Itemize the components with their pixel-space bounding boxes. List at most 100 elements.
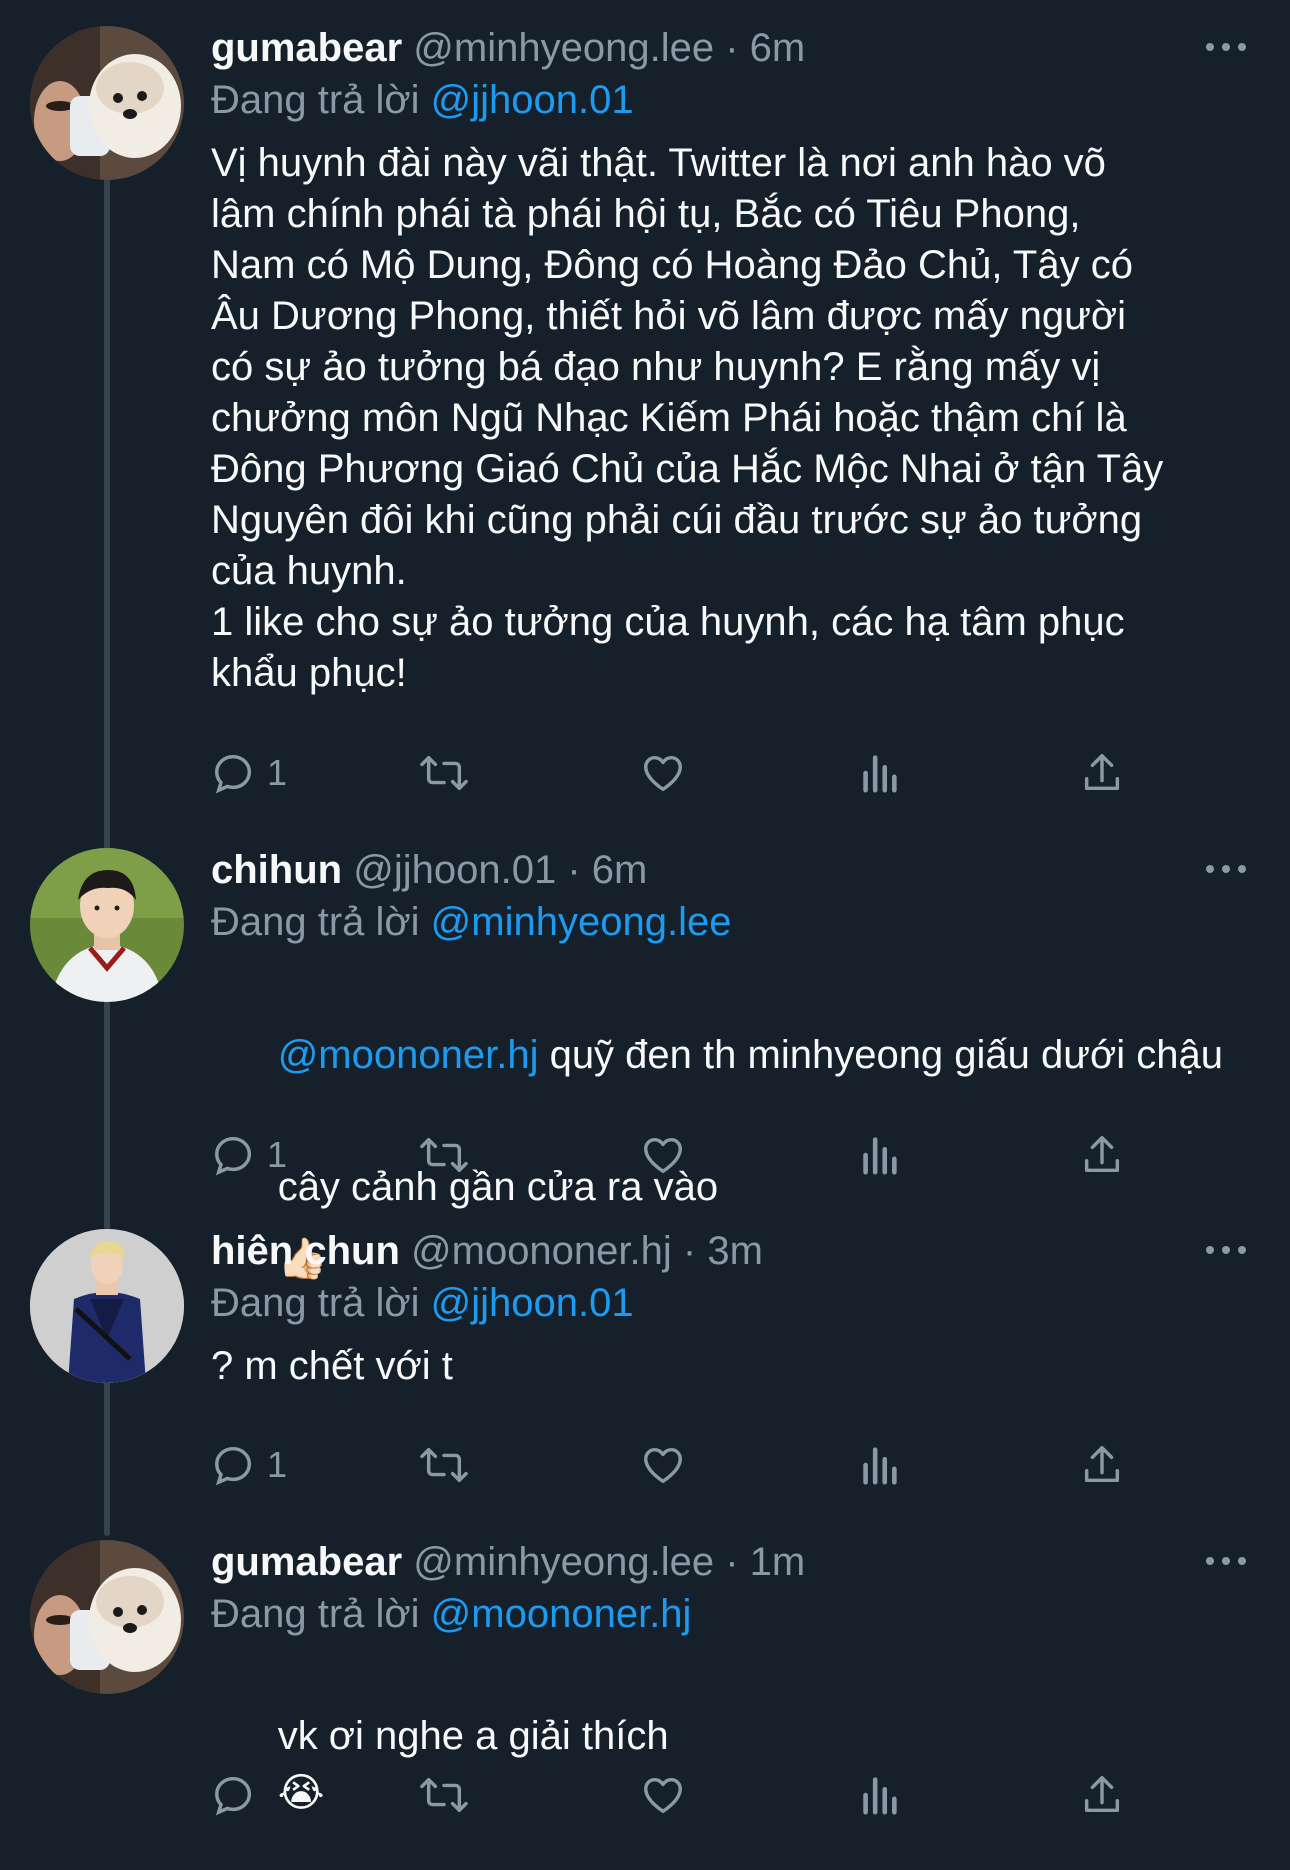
heart-icon <box>644 1447 682 1484</box>
user-handle[interactable]: @jjhoon.01 <box>353 848 556 892</box>
user-handle[interactable]: @minhyeong.lee <box>413 1540 714 1584</box>
heart-icon <box>644 755 682 792</box>
tweet-header: gumabear @minhyeong.lee · 1m <box>211 1536 1250 1588</box>
share-button[interactable] <box>1079 748 1125 798</box>
tweet-actions: 1 <box>211 748 1131 798</box>
avatar[interactable] <box>30 26 184 180</box>
like-button[interactable] <box>639 1440 687 1490</box>
thread-line <box>104 160 110 850</box>
more-options-icon[interactable] <box>1202 1546 1250 1576</box>
reply-button[interactable]: 1 <box>211 1130 287 1180</box>
more-options-icon[interactable] <box>1202 854 1250 884</box>
tweet-header: gumabear @minhyeong.lee · 6m <box>211 22 1250 74</box>
retweet-icon <box>420 1137 468 1173</box>
display-name[interactable]: hiên chun <box>211 1229 400 1273</box>
tweet-actions: 1 <box>211 1440 1131 1490</box>
retweet-button[interactable] <box>419 1770 469 1820</box>
views-button[interactable] <box>859 748 899 798</box>
retweet-button[interactable] <box>419 1440 469 1490</box>
user-handle[interactable]: @moononer.hj <box>411 1229 672 1273</box>
retweet-icon <box>420 1447 468 1483</box>
pomeranian-dog-avatar-icon <box>30 26 184 180</box>
replying-to-mention[interactable]: @jjhoon.01 <box>431 1281 634 1325</box>
reply-icon <box>215 754 252 794</box>
tweet-text: vk ơi nghe a giải thích 😭 <box>211 1660 1250 1870</box>
replying-to-mention[interactable]: @moononer.hj <box>431 1592 692 1636</box>
avatar[interactable] <box>30 1229 184 1383</box>
tweet-text-line: vk ơi nghe a giải thích <box>277 1714 669 1758</box>
reply-count: 1 <box>267 1444 288 1485</box>
views-button[interactable] <box>859 1130 899 1180</box>
replying-to: Đang trả lời @minhyeong.lee <box>211 896 1250 948</box>
separator-dot: · <box>725 26 739 70</box>
replying-to: Đang trả lời @jjhoon.01 <box>211 1277 1250 1329</box>
tweet-text: Vị huynh đài này vãi thật. Twitter là nơ… <box>211 141 1164 695</box>
views-button[interactable] <box>859 1440 899 1490</box>
like-button[interactable] <box>639 1130 687 1180</box>
replying-to-label: Đang trả lời <box>211 1281 420 1325</box>
reply-button[interactable]: 1 <box>211 748 287 798</box>
tweet-actions <box>211 1770 1131 1820</box>
timestamp[interactable]: 3m <box>707 1229 763 1273</box>
share-button[interactable] <box>1079 1440 1125 1490</box>
display-name[interactable]: gumabear <box>211 26 402 70</box>
separator-dot: · <box>682 1229 697 1273</box>
reply-icon <box>215 1776 252 1816</box>
tweet-text: ? m chết với t <box>211 1344 453 1388</box>
share-icon <box>1084 754 1120 791</box>
share-icon <box>1084 1776 1120 1813</box>
replying-to: Đang trả lời @moononer.hj <box>211 1588 1250 1640</box>
display-name[interactable]: gumabear <box>211 1540 402 1584</box>
analytics-icon <box>863 1137 897 1175</box>
share-button[interactable] <box>1079 1770 1125 1820</box>
replying-to-mention[interactable]: @minhyeong.lee <box>431 900 732 944</box>
analytics-icon <box>863 1777 897 1815</box>
retweet-icon <box>420 1777 468 1813</box>
user-handle[interactable]: @minhyeong.lee <box>413 26 714 70</box>
like-button[interactable] <box>639 1770 687 1820</box>
replying-to-label: Đang trả lời <box>211 78 420 122</box>
analytics-icon <box>863 1447 897 1485</box>
more-options-icon[interactable] <box>1202 32 1250 62</box>
reply-icon <box>215 1136 252 1176</box>
heart-icon <box>644 1137 682 1174</box>
thread-line <box>104 990 110 1230</box>
timestamp[interactable]: 6m <box>592 848 648 892</box>
like-button[interactable] <box>639 748 687 798</box>
retweet-button[interactable] <box>419 748 469 798</box>
retweet-button[interactable] <box>419 1130 469 1180</box>
reply-count: 1 <box>267 752 288 793</box>
thread-line <box>104 1372 110 1536</box>
reply-button[interactable] <box>211 1770 267 1820</box>
tweet-actions: 1 <box>211 1130 1131 1180</box>
replying-to: Đang trả lời @jjhoon.01 <box>211 74 1250 126</box>
person-baseball-jersey-avatar-icon <box>30 848 184 1002</box>
replying-to-mention[interactable]: @jjhoon.01 <box>431 78 634 122</box>
tweet-header: chihun @jjhoon.01 · 6m <box>211 844 1250 896</box>
more-options-icon[interactable] <box>1202 1235 1250 1265</box>
replying-to-label: Đang trả lời <box>211 900 420 944</box>
display-name[interactable]: chihun <box>211 848 342 892</box>
separator-dot: · <box>725 1540 739 1584</box>
reply-icon <box>215 1446 252 1486</box>
replying-to-label: Đang trả lời <box>211 1592 420 1636</box>
share-button[interactable] <box>1079 1130 1125 1180</box>
separator-dot: · <box>567 848 581 892</box>
timestamp[interactable]: 1m <box>750 1540 806 1584</box>
share-icon <box>1084 1446 1120 1483</box>
pomeranian-dog-avatar-icon <box>30 1540 184 1694</box>
retweet-icon <box>420 755 468 791</box>
reply-button[interactable]: 1 <box>211 1440 287 1490</box>
share-icon <box>1084 1136 1120 1173</box>
tweet-header: hiên chun @moononer.hj · 3m <box>211 1225 1250 1277</box>
person-blue-jacket-avatar-icon <box>30 1229 184 1383</box>
body-mention[interactable]: @moononer.hj <box>278 1033 539 1077</box>
avatar[interactable] <box>30 848 184 1002</box>
views-button[interactable] <box>859 1770 899 1820</box>
tweet-text-line: quỹ đen th minhyeong giấu dưới chậu <box>538 1033 1224 1077</box>
analytics-icon <box>863 755 897 793</box>
timestamp[interactable]: 6m <box>750 26 806 70</box>
reply-count: 1 <box>267 1134 288 1175</box>
avatar[interactable] <box>30 1540 184 1694</box>
heart-icon <box>644 1777 682 1814</box>
